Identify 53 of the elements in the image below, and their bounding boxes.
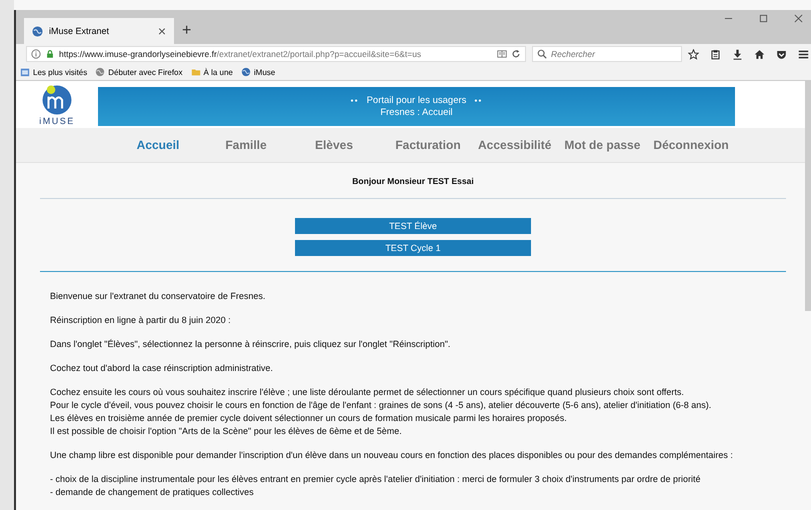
nav-tab[interactable]: Mot de passe (564, 138, 640, 152)
download-icon[interactable] (732, 48, 743, 60)
nav-tab[interactable]: Famille (202, 138, 290, 152)
star-icon[interactable] (688, 48, 699, 60)
paragraph-text: - choix de la discipline instrumentale pour les élèves entrant en premier cycle après l'atelier d'initiation : merci de formuler 3 choix d'instruments par ordre de priorité (50, 473, 702, 486)
folder-icon (190, 67, 201, 77)
banner-title: Portail pour les usagers (366, 95, 466, 106)
menu-icon[interactable] (798, 48, 809, 60)
globe-icon (95, 67, 106, 77)
greeting-text: Bonjour Monsieur TEST Essai (351, 175, 475, 188)
close-icon[interactable] (794, 14, 803, 23)
paragraph-text: Dans l'onglet "Élèves", sélectionnez la personne à réinscrire, puis cliquez sur l'onglet "Réinscription". (50, 338, 452, 351)
nav-tab[interactable]: Accessibilité (478, 138, 552, 152)
bookmark-item[interactable]: iMuse (240, 67, 276, 77)
maximize-icon[interactable] (759, 14, 768, 23)
paragraph-text: Cochez tout d'abord la case réinscription administrative. (50, 362, 274, 375)
paragraph-text: Il est possible de choisir l'option "Arts de la Scène" pour les élèves de 6ème et de 5ème. (50, 425, 403, 438)
nav-tab[interactable]: Déconnexion (653, 138, 729, 152)
tab-title: iMuse Extranet (49, 26, 110, 36)
nav-tab[interactable]: Accueil (114, 138, 202, 152)
address-bar[interactable]: https://www.imuse-grandorlyseinebievre.fr/extranet/extranet2/portail.php?p=accueil&site=6&t=us (26, 46, 526, 62)
paragraph-text: Réinscription en ligne à partir du 8 juin 2020 : (50, 314, 232, 327)
bookmark-item[interactable]: Débuter avec Firefox (95, 67, 183, 77)
scrollbar[interactable] (805, 81, 811, 311)
nav-tab[interactable]: Facturation (378, 138, 478, 152)
paragraph-text: Cochez ensuite les cours où vous souhaitez inscrire l'élève ; une liste déroulante permet de sélectionner un cours spécifique quand plusieurs choix sont offerts. (50, 386, 685, 399)
logo-text: iMUSE (39, 117, 75, 126)
student-button[interactable]: TEST Cycle 1 (295, 240, 531, 256)
close-tab-icon[interactable]: × (158, 23, 166, 39)
paragraph-text: Les élèves en troisième année de premier cycle doivent sélectionner un cours de formation musicale parmi les horaires proposés. (50, 412, 568, 425)
reload-icon[interactable] (511, 49, 521, 59)
globe-icon (32, 26, 43, 36)
url-text: https://www.imuse-grandorlyseinebievre.fr/extranet/extranet2/portail.php?p=accueil&site=6&t=us (59, 49, 422, 59)
student-button[interactable]: TEST Élève (295, 218, 531, 234)
pocket-icon[interactable] (776, 48, 787, 60)
clipboard-icon[interactable] (710, 48, 721, 60)
bookmark-folder-icon (20, 67, 30, 77)
bookmark-item[interactable]: Les plus visités (20, 67, 88, 77)
nav-tab[interactable]: Elèves (290, 138, 378, 152)
browser-tab[interactable]: iMuse Extranet × (24, 18, 174, 44)
paragraph-text: Bienvenue sur l'extranet du conservatoire de Fresnes. (50, 290, 266, 303)
new-tab-button[interactable]: + (182, 22, 192, 40)
home-icon[interactable] (754, 48, 765, 60)
paragraph-text: - demande de changement de pratiques collectives (50, 486, 255, 499)
bookmark-item[interactable]: À la une (190, 67, 233, 77)
globe-icon (240, 67, 251, 77)
search-field[interactable]: Rechercher (532, 46, 682, 62)
reader-icon[interactable] (497, 49, 507, 59)
paragraph-text: Une champ libre est disponible pour demander l'inscription d'un élève dans un nouveau cours en fonction des places disponibles ou pour des demandes complémentaires : (50, 449, 734, 462)
info-icon[interactable] (31, 49, 41, 59)
lock-icon (45, 49, 55, 59)
banner-subtitle: Fresnes : Accueil (380, 107, 453, 118)
paragraph-text: Pour le cycle d'éveil, vous pouvez choisir le cours en fonction de l'âge de l'enfant : graines de sons (4 -5 ans), atelier découverte (5-6 ans), atelier d'initiation (6-8 ans). (50, 399, 712, 412)
